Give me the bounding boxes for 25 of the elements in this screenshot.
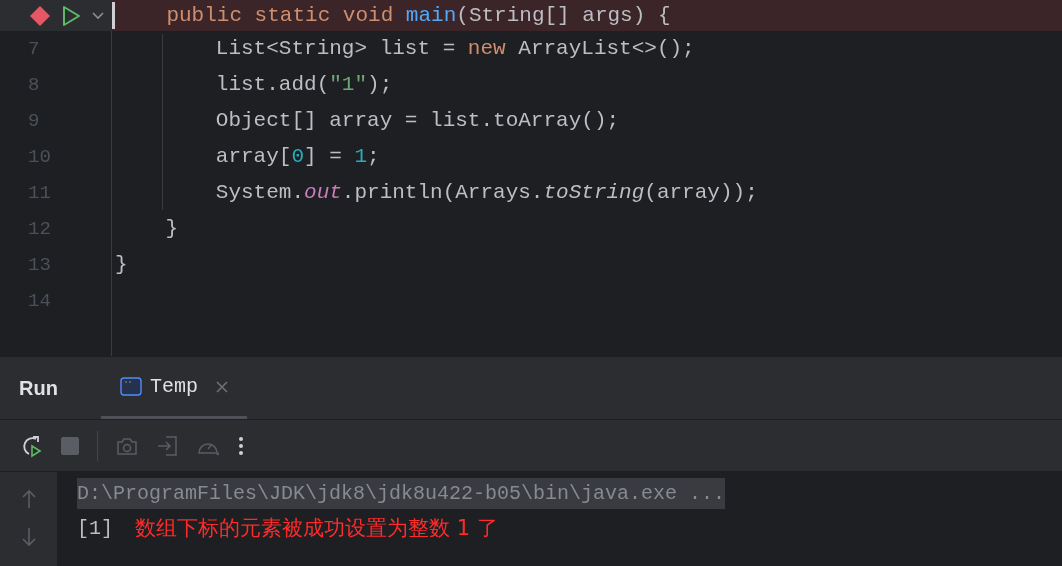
console-command: D:\ProgramFiles\JDK\jdk8\jdk8u422-b05\bin\java.exe ... [77,478,726,509]
code-line: } [164,216,178,243]
code-line: array[0] = 1; [214,144,380,171]
code-line: System.out.println(Arrays.toString(array)); [214,180,758,207]
code-line: public static void main(String[] args) { [165,2,671,29]
tab[interactable]: Temp [100,357,247,419]
breakpoint-icon[interactable] [29,4,51,27]
code-line: } [115,252,128,279]
close-icon[interactable] [215,380,228,393]
run-icon[interactable] [61,4,81,27]
more-icon[interactable] [238,435,244,456]
console-output: [1] [77,515,113,542]
code-line: List<String> list = new ArrayList<>(); [214,36,695,63]
code-line: Object[] array = list.toArray(); [214,108,620,135]
panel-title: Run [19,376,58,401]
code-line: list.add("1"); [214,72,393,99]
annotation-text: 数组下标的元素被成功设置为整数 1 了 [135,515,498,542]
sign-in-icon[interactable] [156,434,178,457]
arrow-up-icon[interactable] [20,489,37,509]
camera-icon[interactable] [116,435,138,456]
arrow-down-icon[interactable] [20,527,37,547]
terminal-icon [119,377,142,396]
chevron-down-icon[interactable] [91,10,105,21]
stop-icon[interactable] [61,436,79,455]
text-cursor [112,2,115,29]
